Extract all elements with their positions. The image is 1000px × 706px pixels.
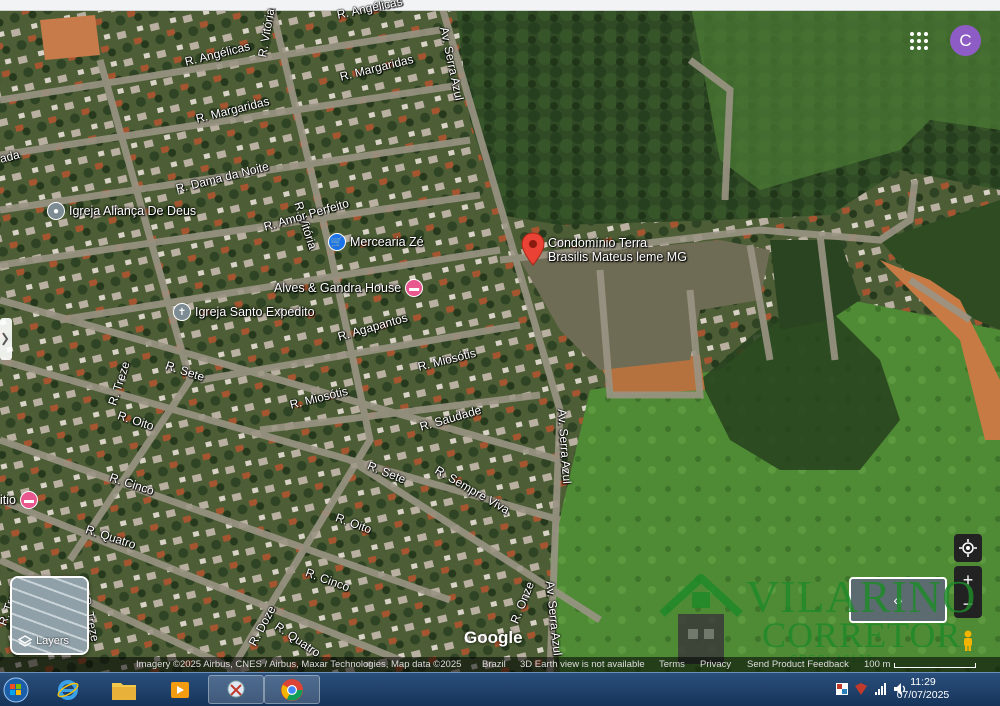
- signal-icon[interactable]: [874, 682, 888, 696]
- google-logo: Google: [464, 628, 523, 647]
- terms-link[interactable]: Terms: [659, 659, 685, 670]
- layers-label: Layers: [36, 635, 70, 647]
- pegman-icon: [964, 630, 972, 651]
- poi-igreja-santo-expedito[interactable]: ✝ Igreja Santo Expedito: [173, 303, 315, 321]
- taskbar-snipping-tool[interactable]: [208, 675, 264, 704]
- location-pin-icon[interactable]: [521, 232, 545, 266]
- taskbar-internet-explorer[interactable]: [40, 675, 96, 704]
- security-icon[interactable]: [854, 682, 868, 696]
- pin-label-line2: Brasilis Mateus leme MG: [548, 250, 687, 264]
- media-player-icon: [171, 681, 189, 698]
- layers-icon: [18, 635, 32, 647]
- privacy-link[interactable]: Privacy: [700, 659, 731, 670]
- poi-label: itio: [0, 493, 16, 507]
- my-location-button[interactable]: [954, 534, 982, 562]
- poi-partial[interactable]: ▬ itio: [0, 491, 38, 509]
- hotel-icon: ▬: [405, 279, 424, 297]
- watermark-subtitle: CORRETOR: [762, 615, 962, 655]
- taskbar-media-player[interactable]: [152, 675, 208, 704]
- church-icon: ✝: [173, 303, 191, 321]
- country-link[interactable]: Brazil: [482, 659, 506, 670]
- taskbar-chrome[interactable]: [264, 675, 320, 704]
- clock-time: 11:29: [910, 676, 936, 688]
- chrome-icon: [281, 678, 303, 701]
- earth-view-note: 3D Earth view is not available: [520, 659, 645, 670]
- internet-explorer-icon: [57, 679, 79, 700]
- windows-start-button[interactable]: [0, 673, 32, 706]
- poi-label: Igreja Aliança De Deus: [69, 204, 197, 218]
- scale-label[interactable]: 100 m: [864, 659, 890, 670]
- imagery-attribution: Imagery ©2025 Airbus, CNES / Airbus, Max…: [136, 659, 462, 670]
- poi-label: Mercearia Zé: [350, 235, 424, 249]
- my-location-icon: [959, 539, 977, 557]
- hotel-icon: ▬: [19, 491, 38, 509]
- file-explorer-icon: [112, 682, 136, 700]
- feedback-link[interactable]: Send Product Feedback: [747, 659, 849, 670]
- windows-taskbar: 11:29 07/07/2025: [0, 672, 1000, 706]
- clock-date: 07/07/2025: [896, 689, 950, 701]
- browser-top-strip: [0, 0, 1000, 11]
- pin-label-line1: Condomínio Terra: [548, 236, 648, 250]
- house-logo-icon: [659, 574, 743, 664]
- poi-mercearia-ze[interactable]: 🛒 Mercearia Zé: [328, 233, 424, 251]
- taskbar-clock[interactable]: 11:29 07/07/2025: [890, 676, 956, 702]
- attribution-bar: Imagery ©2025 Airbus, CNES / Airbus, Max…: [0, 657, 1000, 672]
- account-avatar[interactable]: C: [950, 25, 981, 56]
- poi-label: Alves & Gandra House: [274, 281, 402, 295]
- watermark: VILARINO CORRETOR CRECI 40133: [658, 570, 975, 670]
- apps-grid-icon[interactable]: [906, 28, 932, 54]
- poi-igreja-alianca-de-deus[interactable]: ● Igreja Aliança De Deus: [47, 202, 196, 220]
- satellite-map[interactable]: R. Angélicas R. Angélicas R. Vitória R. …: [0, 0, 1000, 672]
- scale-bar: [894, 663, 976, 668]
- place-icon: ●: [47, 202, 65, 220]
- pin-label[interactable]: Condomínio Terra Brasilis Mateus leme MG: [548, 236, 687, 264]
- snipping-tool-icon: [227, 680, 245, 697]
- layers-button[interactable]: Layers: [10, 576, 89, 655]
- poi-alves-gandra-house[interactable]: ▬ Alves & Gandra House: [274, 279, 424, 297]
- poi-label: Igreja Santo Expedito: [195, 305, 315, 319]
- taskbar-file-explorer[interactable]: [96, 675, 152, 704]
- flag-icon[interactable]: [836, 683, 848, 695]
- windows-start-icon: [3, 677, 29, 702]
- shopping-cart-icon: 🛒: [328, 233, 346, 251]
